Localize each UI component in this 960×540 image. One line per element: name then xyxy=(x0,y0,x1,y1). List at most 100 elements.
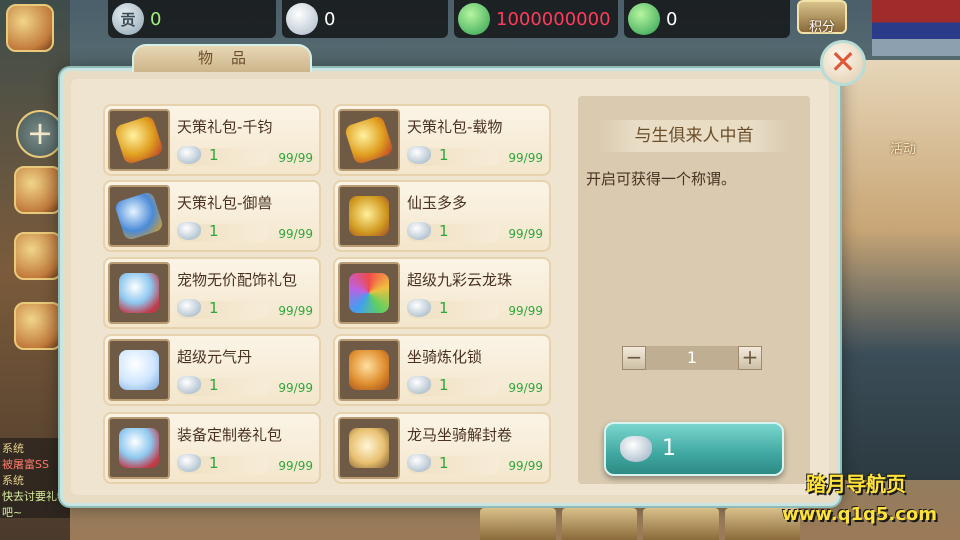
watermark-title: 踏月导航页 xyxy=(806,472,906,496)
vitality-pill-icon xyxy=(119,350,159,390)
item-thumbnail xyxy=(108,339,170,401)
silver-ingot-icon xyxy=(407,299,431,317)
item-name: 装备定制卷礼包 xyxy=(177,426,283,444)
rainbow-dragon-pearl-icon xyxy=(349,273,389,313)
close-button[interactable]: ✕ xyxy=(820,40,866,86)
silver-ingot-icon xyxy=(407,146,431,164)
jade-value: 1000000000 xyxy=(496,8,611,30)
expand-plus-icon[interactable]: + xyxy=(16,110,64,158)
activity-icon[interactable] xyxy=(14,166,62,214)
item-card[interactable]: 装备定制卷礼包 1 99/99 xyxy=(103,412,321,484)
item-stock: 99/99 xyxy=(508,151,543,165)
bottom-menu-button[interactable] xyxy=(643,508,719,540)
item-card[interactable]: 仙玉多多 1 99/99 xyxy=(333,180,551,252)
item-price: 1 xyxy=(439,222,449,240)
silver-ingot-icon xyxy=(407,222,431,240)
item-thumbnail xyxy=(108,109,170,171)
silver-ingot-icon xyxy=(407,376,431,394)
item-detail-pane: 与生俱来人中首 开启可获得一个称谓。 − 1 + 1 xyxy=(578,96,810,484)
watermark-url: www.q1q5.com xyxy=(782,504,938,525)
item-thumbnail xyxy=(338,417,400,479)
silver-ingot-icon xyxy=(177,454,201,472)
activity-tab-label[interactable]: 活动 xyxy=(890,138,916,157)
item-stock: 99/99 xyxy=(508,227,543,241)
jade-add-icon[interactable] xyxy=(458,3,490,35)
tribute-currency: 贡 0 xyxy=(108,0,276,38)
jade-currency: 1000000000 xyxy=(454,0,618,38)
item-stock: 99/99 xyxy=(278,304,313,318)
item-card[interactable]: 宠物无价配饰礼包 1 99/99 xyxy=(103,257,321,329)
item-name: 仙玉多多 xyxy=(407,194,468,212)
detail-description: 开启可获得一个称谓。 xyxy=(586,170,737,188)
item-stock: 99/99 xyxy=(278,227,313,241)
item-name: 龙马坐骑解封卷 xyxy=(407,426,513,444)
item-thumbnail xyxy=(108,417,170,479)
item-price: 1 xyxy=(209,454,219,472)
buy-price: 1 xyxy=(662,436,676,461)
item-thumbnail xyxy=(338,339,400,401)
item-price: 1 xyxy=(209,299,219,317)
item-card[interactable]: 坐骑炼化锁 1 99/99 xyxy=(333,334,551,406)
item-card[interactable]: 天策礼包-御兽 1 99/99 xyxy=(103,180,321,252)
gift-icon[interactable] xyxy=(14,232,62,280)
item-name: 超级元气丹 xyxy=(177,348,253,366)
target-status-bars xyxy=(872,0,960,56)
item-price: 1 xyxy=(209,222,219,240)
item-thumbnail xyxy=(338,185,400,247)
silver-ingot-icon xyxy=(177,376,201,394)
tribute-coin-icon: 贡 xyxy=(112,3,144,35)
quantity-value[interactable]: 1 xyxy=(646,346,738,370)
item-name: 天策礼包-千钧 xyxy=(177,118,273,136)
buy-button[interactable]: 1 xyxy=(604,422,784,476)
bottom-menu-bar xyxy=(480,508,800,540)
score-button[interactable]: 积分 xyxy=(797,0,847,35)
equipment-scroll-bag-icon xyxy=(119,428,159,468)
item-stock: 99/99 xyxy=(508,381,543,395)
item-thumbnail xyxy=(338,109,400,171)
item-price: 1 xyxy=(439,299,449,317)
pet-accessory-bag-icon xyxy=(119,273,159,313)
silver-ingot-add-icon[interactable] xyxy=(286,3,318,35)
item-price: 1 xyxy=(209,146,219,164)
bottom-menu-button[interactable] xyxy=(480,508,556,540)
item-thumbnail xyxy=(108,262,170,324)
quantity-stepper: − 1 + xyxy=(622,346,762,370)
item-card[interactable]: 龙马坐骑解封卷 1 99/99 xyxy=(333,412,551,484)
item-price: 1 xyxy=(439,146,449,164)
silver-currency: 0 xyxy=(282,0,448,38)
item-stock: 99/99 xyxy=(278,381,313,395)
right-hud-background xyxy=(830,60,960,480)
item-name: 坐骑炼化锁 xyxy=(407,348,483,366)
item-stock: 99/99 xyxy=(508,459,543,473)
blue-giftbox-icon xyxy=(113,190,165,242)
gold-giftbox-icon xyxy=(113,114,165,166)
silver-ingot-icon xyxy=(177,299,201,317)
silver-ingot-icon xyxy=(620,436,652,462)
item-card[interactable]: 超级元气丹 1 99/99 xyxy=(103,334,321,406)
item-card[interactable]: 天策礼包-载物 1 99/99 xyxy=(333,104,551,176)
tribute-value: 0 xyxy=(150,8,162,30)
item-card[interactable]: 超级九彩云龙珠 1 99/99 xyxy=(333,257,551,329)
item-stock: 99/99 xyxy=(508,304,543,318)
item-name: 天策礼包-载物 xyxy=(407,118,503,136)
locked-jade-value: 0 xyxy=(666,8,678,30)
item-thumbnail xyxy=(338,262,400,324)
item-stock: 99/99 xyxy=(278,151,313,165)
item-name: 宠物无价配饰礼包 xyxy=(177,271,298,289)
dialog-title: 物品 xyxy=(132,44,312,72)
item-thumbnail xyxy=(108,185,170,247)
item-name: 天策礼包-御兽 xyxy=(177,194,273,212)
detail-title: 与生俱来人中首 xyxy=(598,120,790,152)
gold-giftbox-icon xyxy=(343,114,395,166)
scroll-menu-icon[interactable] xyxy=(6,4,54,52)
item-price: 1 xyxy=(209,376,219,394)
locked-jade-currency: 0 xyxy=(624,0,790,38)
silver-ingot-icon xyxy=(177,222,201,240)
item-card[interactable]: 天策礼包-千钧 1 99/99 xyxy=(103,104,321,176)
bottom-menu-button[interactable] xyxy=(561,508,637,540)
quantity-minus-button[interactable]: − xyxy=(622,346,646,370)
quantity-plus-button[interactable]: + xyxy=(738,346,762,370)
item-name: 超级九彩云龙珠 xyxy=(407,271,513,289)
ranking-icon[interactable] xyxy=(14,302,62,350)
locked-jade-icon xyxy=(628,3,660,35)
